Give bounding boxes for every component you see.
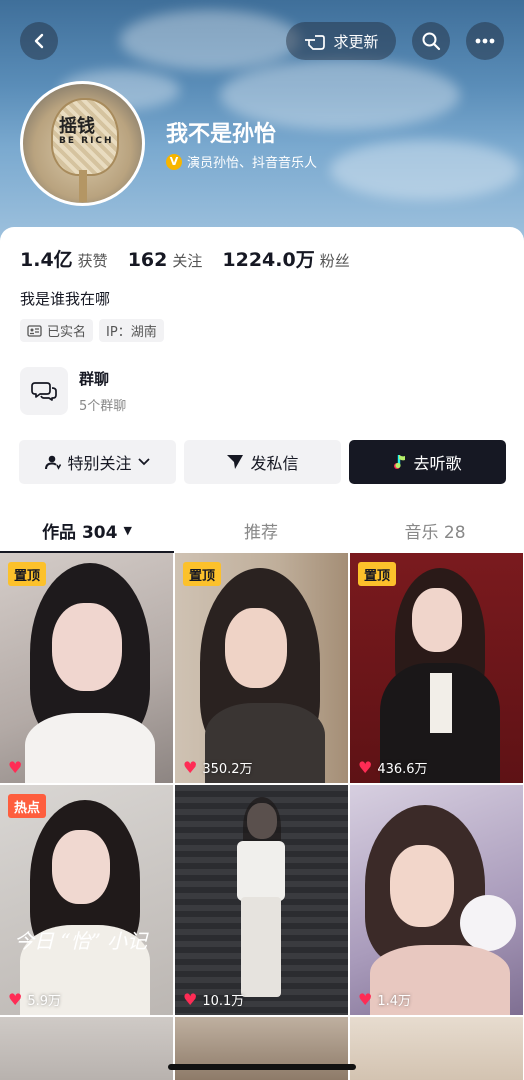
listen-music-button[interactable]: 去听歌 xyxy=(349,440,506,484)
video-tile[interactable]: 置顶 ♥ xyxy=(0,553,173,783)
stat-following[interactable]: 162 关注 xyxy=(128,249,203,271)
like-count: ♥ xyxy=(8,758,27,777)
fan-handle xyxy=(79,170,87,202)
ip-tag: IP：湖南 xyxy=(99,319,164,342)
stats-row: 1.4亿 获赞 162 关注 1224.0万 粉丝 xyxy=(20,245,370,272)
bio-text: 我是谁我在哪 xyxy=(20,290,111,308)
handwritten-overlay: 今日 “怡” 小记 xyxy=(14,929,148,953)
like-count: ♥ 10.1万 xyxy=(183,990,244,1009)
verification-line: V 演员孙怡、抖音音乐人 xyxy=(166,152,317,171)
search-icon xyxy=(422,32,441,51)
username: 我不是孙怡 xyxy=(166,122,277,147)
following-value: 162 xyxy=(127,249,168,271)
heart-icon: ♥ xyxy=(358,758,373,777)
heart-icon: ♥ xyxy=(8,990,23,1009)
pinned-badge: 置顶 xyxy=(8,562,47,586)
video-tile[interactable]: 置顶 ♥ 436.6万 xyxy=(350,553,523,783)
listen-music-label: 去听歌 xyxy=(413,454,462,473)
blazer-shape xyxy=(237,841,285,901)
heart-icon: ♥ xyxy=(8,758,23,777)
avatar-text-2: BE RICH xyxy=(59,136,114,146)
video-tile[interactable]: 今日 “怡” 小记 热点 ♥ 5.9万 xyxy=(0,785,173,1015)
heart-icon: ♥ xyxy=(183,990,198,1009)
chevron-left-icon xyxy=(34,33,44,49)
video-tile[interactable]: ♥ 10.1万 xyxy=(175,785,348,1015)
caret-down-icon: ▼ xyxy=(123,523,132,537)
tag-row: 已实名 IP：湖南 xyxy=(20,319,164,342)
avatar[interactable]: 摇钱 BE RICH xyxy=(20,81,145,206)
video-tile[interactable] xyxy=(350,1017,523,1080)
like-value: 5.9万 xyxy=(27,994,62,1009)
stat-followers[interactable]: 1224.0万 粉丝 xyxy=(222,245,349,272)
group-chat-icon xyxy=(20,367,68,415)
user-follow-icon xyxy=(45,455,62,470)
ip-label: IP：湖南 xyxy=(106,325,157,340)
tab-works[interactable]: 作品 304 ▼ xyxy=(0,507,174,553)
stat-likes: 1.4亿 获赞 xyxy=(20,245,108,272)
like-count: ♥ 1.4万 xyxy=(358,990,411,1009)
face-shape xyxy=(390,845,454,927)
realname-label: 已实名 xyxy=(47,325,87,340)
home-indicator[interactable] xyxy=(168,1064,356,1070)
pointing-hand-icon xyxy=(305,35,326,50)
avatar-text-1: 摇钱 xyxy=(59,116,95,137)
more-button[interactable] xyxy=(466,22,504,60)
back-button[interactable] xyxy=(20,22,58,60)
special-follow-button[interactable]: 特别关注 xyxy=(19,440,176,484)
pinned-badge: 置顶 xyxy=(358,562,397,586)
verified-badge-icon: V xyxy=(166,153,182,170)
likes-value: 1.4亿 xyxy=(20,249,73,271)
verification-text: 演员孙怡、抖音音乐人 xyxy=(187,156,318,171)
tab-recommend[interactable]: 推荐 xyxy=(174,507,348,553)
send-message-label: 发私信 xyxy=(250,454,299,473)
like-count: ♥ 436.6万 xyxy=(358,758,428,777)
action-buttons: 特别关注 发私信 去听歌 xyxy=(19,440,506,484)
video-tile[interactable]: 置顶 ♥ 350.2万 xyxy=(175,553,348,783)
hot-badge: 热点 xyxy=(8,794,47,818)
face-shape xyxy=(52,830,110,904)
group-chat-entry[interactable]: 群聊 5个群聊 xyxy=(20,367,126,415)
send-arrow-icon xyxy=(227,455,244,469)
flower-shape xyxy=(460,895,516,951)
request-update-button[interactable]: 求更新 xyxy=(286,22,396,60)
video-tile[interactable]: ♥ 1.4万 xyxy=(350,785,523,1015)
request-update-label: 求更新 xyxy=(333,32,379,51)
like-value: 1.4万 xyxy=(377,994,412,1009)
face-shape xyxy=(52,603,122,691)
shirt-shape xyxy=(25,713,155,783)
search-button[interactable] xyxy=(412,22,450,60)
music-note-icon xyxy=(394,455,406,469)
content-tabs: 作品 304 ▼ 推荐 音乐 28 xyxy=(0,507,524,553)
tab-recommend-label: 推荐 xyxy=(244,522,278,543)
like-value: 350.2万 xyxy=(202,762,253,777)
special-follow-label: 特别关注 xyxy=(67,454,132,473)
pinned-badge: 置顶 xyxy=(183,562,222,586)
realname-tag: 已实名 xyxy=(20,319,94,342)
send-message-button[interactable]: 发私信 xyxy=(184,440,341,484)
video-tile[interactable] xyxy=(0,1017,173,1080)
like-value: 10.1万 xyxy=(202,994,245,1009)
like-count: ♥ 350.2万 xyxy=(183,758,253,777)
heart-icon: ♥ xyxy=(358,990,373,1009)
trousers-shape xyxy=(241,897,281,997)
face-shape xyxy=(412,588,462,652)
group-chat-title: 群聊 xyxy=(79,370,110,388)
likes-label: 获赞 xyxy=(77,252,108,270)
more-dots-icon xyxy=(475,38,495,44)
followers-label: 粉丝 xyxy=(319,252,350,270)
like-value: 436.6万 xyxy=(377,762,428,777)
following-label: 关注 xyxy=(172,252,203,270)
tab-music[interactable]: 音乐 28 xyxy=(348,507,522,553)
followers-value: 1224.0万 xyxy=(222,249,315,271)
chevron-down-icon xyxy=(137,458,150,466)
tab-music-label: 音乐 28 xyxy=(404,522,466,543)
id-card-icon xyxy=(27,324,42,337)
shirt-shape xyxy=(430,673,452,733)
heart-icon: ♥ xyxy=(183,758,198,777)
group-chat-subtitle: 5个群聊 xyxy=(79,399,127,414)
face-shape xyxy=(225,608,287,688)
video-tile[interactable] xyxy=(175,1017,348,1080)
tab-works-label: 作品 304 xyxy=(42,522,118,543)
like-count: ♥ 5.9万 xyxy=(8,990,61,1009)
